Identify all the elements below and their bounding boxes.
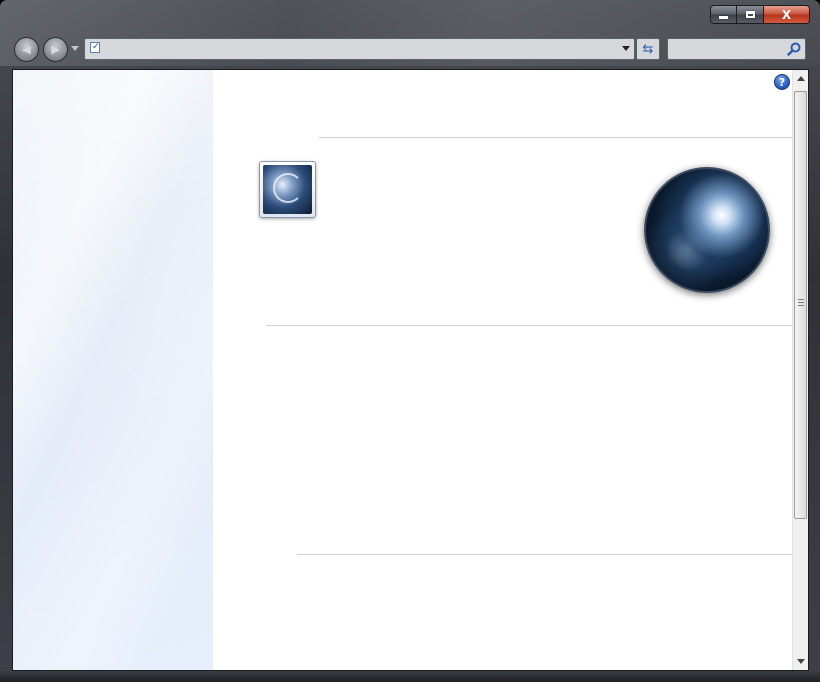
app-tile-image (263, 165, 312, 214)
recent-pages-dropdown[interactable] (71, 46, 79, 51)
minimize-button[interactable] (710, 5, 737, 24)
refresh-icon: ⇆ (642, 41, 654, 57)
maximize-button[interactable] (737, 5, 764, 24)
address-bar[interactable]: ✓ (84, 38, 635, 60)
window-bottom-edge (0, 671, 820, 682)
page-check-icon: ✓ (90, 42, 100, 53)
thumb-grip-icon (798, 299, 804, 306)
caption-buttons: X (710, 5, 810, 24)
close-button[interactable]: X (764, 5, 810, 24)
scroll-thumb[interactable] (794, 91, 807, 519)
scroll-up-icon[interactable] (797, 76, 805, 81)
close-icon: X (781, 7, 792, 22)
maximize-icon (745, 11, 755, 18)
help-label: ? (778, 75, 786, 89)
forward-arrow-icon: ▶ (51, 43, 60, 56)
main-panel: ? (213, 70, 792, 670)
vertical-scrollbar[interactable] (792, 70, 808, 670)
refresh-button[interactable]: ⇆ (636, 38, 660, 60)
back-arrow-icon: ◀ (22, 43, 31, 56)
navigation-bar: ◀ ▶ ✓ ⇆ (14, 36, 806, 64)
swirl-app-icon[interactable] (259, 161, 316, 218)
browser-window: X ◀ ▶ ✓ ⇆ ? (0, 0, 820, 682)
fractal-orb-image (644, 167, 770, 293)
section-divider-top (319, 137, 792, 138)
address-dropdown-icon[interactable] (622, 46, 630, 51)
scroll-down-icon[interactable] (797, 659, 805, 664)
section-divider-bottom (297, 554, 792, 555)
section-divider-middle (266, 325, 792, 326)
help-icon[interactable]: ? (774, 74, 790, 90)
search-box[interactable] (667, 38, 806, 60)
back-button[interactable]: ◀ (14, 37, 39, 62)
forward-button[interactable]: ▶ (43, 37, 68, 62)
sidebar-sheen (13, 70, 213, 670)
page-content-area: ? (12, 69, 809, 671)
minimize-icon (719, 15, 728, 19)
search-icon[interactable] (787, 42, 801, 56)
task-sidebar (13, 70, 213, 670)
